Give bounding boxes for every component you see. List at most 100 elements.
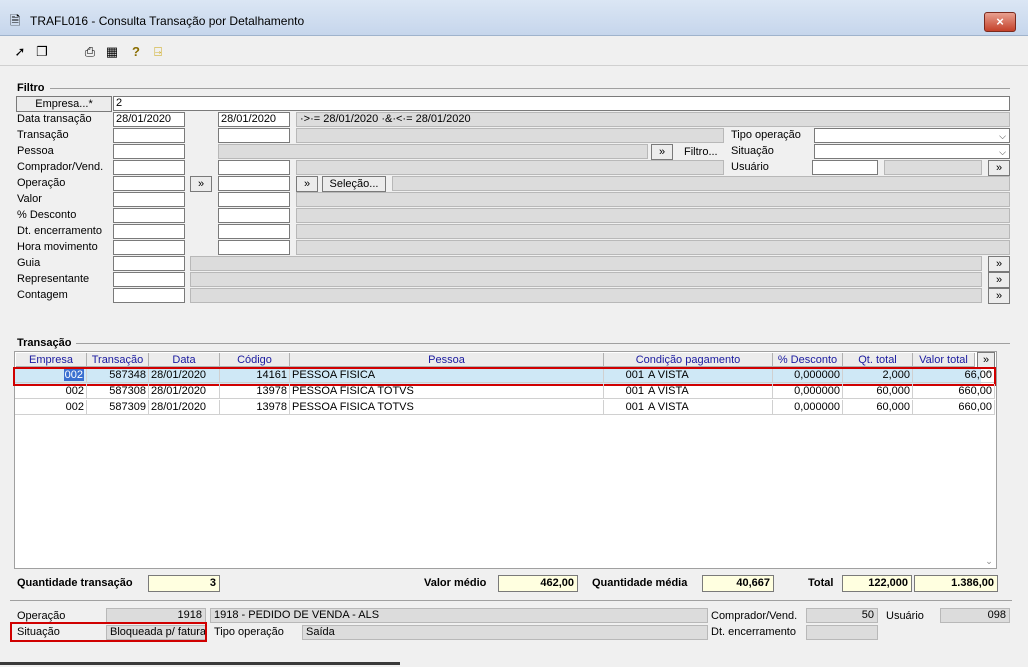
- cell-valor-total[interactable]: 660,00: [913, 400, 995, 415]
- total-label: Total: [808, 577, 834, 589]
- usuario-more-button[interactable]: »: [988, 160, 1010, 176]
- guia-input[interactable]: [113, 256, 185, 271]
- detail-tipo-operacao-label: Tipo operação: [214, 626, 284, 638]
- desconto-ate-input[interactable]: [218, 208, 290, 223]
- cell-data[interactable]: 28/01/2020: [149, 384, 220, 399]
- cell-pessoa[interactable]: PESSOA FISICA TOTVS: [290, 384, 604, 399]
- col-condicao[interactable]: Condição pagamento: [604, 353, 773, 367]
- col-data[interactable]: Data: [149, 353, 220, 367]
- dt-encerramento-de-input[interactable]: [113, 224, 185, 239]
- label-usuario: Usuário: [731, 161, 769, 173]
- empresa-input[interactable]: 2: [113, 96, 1010, 111]
- filtro-pessoa-button[interactable]: Filtro...: [684, 146, 718, 158]
- col-pessoa[interactable]: Pessoa: [290, 353, 604, 367]
- cell-empresa[interactable]: 002: [15, 384, 87, 399]
- printer-icon[interactable]: ⎙: [82, 44, 98, 60]
- hora-movimento-de-input[interactable]: [113, 240, 185, 255]
- cell-transacao[interactable]: 587308: [87, 384, 149, 399]
- qtd-media-label: Quantidade média: [592, 577, 688, 589]
- usuario-input[interactable]: [812, 160, 878, 175]
- data-expressao: ·>·= 28/01/2020 ·&·<·= 28/01/2020: [296, 112, 1010, 127]
- cell-pessoa[interactable]: PESSOA FISICA TOTVS: [290, 400, 604, 415]
- cell-codigo[interactable]: 13978: [220, 384, 290, 399]
- cell-transacao[interactable]: 587309: [87, 400, 149, 415]
- comprador-de-input[interactable]: [113, 160, 185, 175]
- cell-condicao-desc[interactable]: A VISTA: [646, 384, 773, 399]
- scroll-down-icon[interactable]: ⌄: [983, 556, 995, 566]
- col-qt-total[interactable]: Qt. total: [843, 353, 913, 367]
- contagem-input[interactable]: [113, 288, 185, 303]
- operacao-more-button[interactable]: »: [190, 176, 212, 192]
- pessoa-de-input[interactable]: [113, 144, 185, 159]
- label-data-transacao: Data transação: [17, 113, 92, 125]
- selecao-button[interactable]: Seleção...: [322, 176, 386, 192]
- col-desconto[interactable]: % Desconto: [773, 353, 843, 367]
- exit-icon[interactable]: ⍈: [150, 44, 166, 60]
- detail-operacao-desc: 1918 - PEDIDO DE VENDA - ALS: [210, 608, 708, 623]
- cell-condicao-code[interactable]: 001: [604, 400, 646, 415]
- empresa-button[interactable]: Empresa...*: [16, 96, 112, 112]
- help-icon[interactable]: ?: [128, 44, 144, 60]
- valor-de-input[interactable]: [113, 192, 185, 207]
- representante-more-button[interactable]: »: [988, 272, 1010, 288]
- windows-icon[interactable]: ❐: [34, 44, 50, 60]
- dt-encerramento-expressao: [296, 224, 1010, 239]
- transacao-grid: Empresa Transação Data Código Pessoa Con…: [13, 351, 997, 569]
- grid-icon[interactable]: ▦: [104, 44, 120, 60]
- window-title: TRAFL016 - Consulta Transação por Detalh…: [30, 14, 305, 28]
- hora-movimento-ate-input[interactable]: [218, 240, 290, 255]
- table-row[interactable]: 002 587308 28/01/2020 13978 PESSOA FISIC…: [15, 384, 995, 400]
- cell-condicao-desc[interactable]: A VISTA: [646, 400, 773, 415]
- label-dt-encerramento: Dt. encerramento: [17, 225, 102, 237]
- scroll-up-icon[interactable]: ⌃: [983, 370, 995, 380]
- operacao-ate-input[interactable]: [218, 176, 290, 191]
- guia-descricao: [190, 256, 982, 271]
- columns-more-button[interactable]: »: [977, 352, 995, 368]
- valor-expressao: [296, 192, 1010, 207]
- desconto-de-input[interactable]: [113, 208, 185, 223]
- detail-comprador-value: 50: [806, 608, 878, 623]
- col-valor-total[interactable]: Valor total: [913, 353, 975, 367]
- pessoa-more-button[interactable]: »: [651, 144, 673, 160]
- tipo-operacao-select[interactable]: ⌵: [814, 128, 1010, 143]
- contagem-more-button[interactable]: »: [988, 288, 1010, 304]
- label-guia: Guia: [17, 257, 41, 269]
- cell-data[interactable]: 28/01/2020: [149, 400, 220, 415]
- data-transacao-ate-input[interactable]: 28/01/2020: [218, 112, 290, 127]
- cell-valor-total[interactable]: 660,00: [913, 384, 995, 399]
- operacao-more2-button[interactable]: »: [296, 176, 318, 192]
- valor-ate-input[interactable]: [218, 192, 290, 207]
- label-contagem: Contagem: [17, 289, 68, 301]
- chevron-down-icon: ⌵: [999, 131, 1006, 141]
- col-codigo[interactable]: Código: [220, 353, 290, 367]
- cell-desconto[interactable]: 0,000000: [773, 400, 843, 415]
- cell-empresa[interactable]: 002: [15, 400, 87, 415]
- label-comprador: Comprador/Vend.: [17, 161, 104, 173]
- detail-dt-encerramento-label: Dt. encerramento: [711, 626, 796, 638]
- guia-more-button[interactable]: »: [988, 256, 1010, 272]
- cell-qt-total[interactable]: 60,000: [843, 400, 913, 415]
- representante-input[interactable]: [113, 272, 185, 287]
- situacao-select[interactable]: ⌵: [814, 144, 1010, 159]
- transacao-de-input[interactable]: [113, 128, 185, 143]
- col-transacao[interactable]: Transação: [87, 353, 149, 367]
- arrow-icon[interactable]: ➚: [12, 44, 28, 60]
- cell-qt-total[interactable]: 60,000: [843, 384, 913, 399]
- operacao-de-input[interactable]: [113, 176, 185, 191]
- cell-condicao-code[interactable]: 001: [604, 384, 646, 399]
- col-empresa[interactable]: Empresa: [16, 353, 87, 367]
- table-row[interactable]: 002 587309 28/01/2020 13978 PESSOA FISIC…: [15, 400, 995, 416]
- comprador-ate-input[interactable]: [218, 160, 290, 175]
- label-operacao: Operação: [17, 177, 66, 189]
- transacao-title: Transação: [17, 337, 72, 349]
- cell-codigo[interactable]: 13978: [220, 400, 290, 415]
- dt-encerramento-ate-input[interactable]: [218, 224, 290, 239]
- transacao-ate-input[interactable]: [218, 128, 290, 143]
- close-button[interactable]: ×: [984, 12, 1016, 32]
- label-desconto: % Desconto: [17, 209, 77, 221]
- cell-desconto[interactable]: 0,000000: [773, 384, 843, 399]
- desconto-expressao: [296, 208, 1010, 223]
- total-qt-value: 122,000: [842, 575, 912, 592]
- data-transacao-de-input[interactable]: 28/01/2020: [113, 112, 185, 127]
- usuario-descricao: [884, 160, 982, 175]
